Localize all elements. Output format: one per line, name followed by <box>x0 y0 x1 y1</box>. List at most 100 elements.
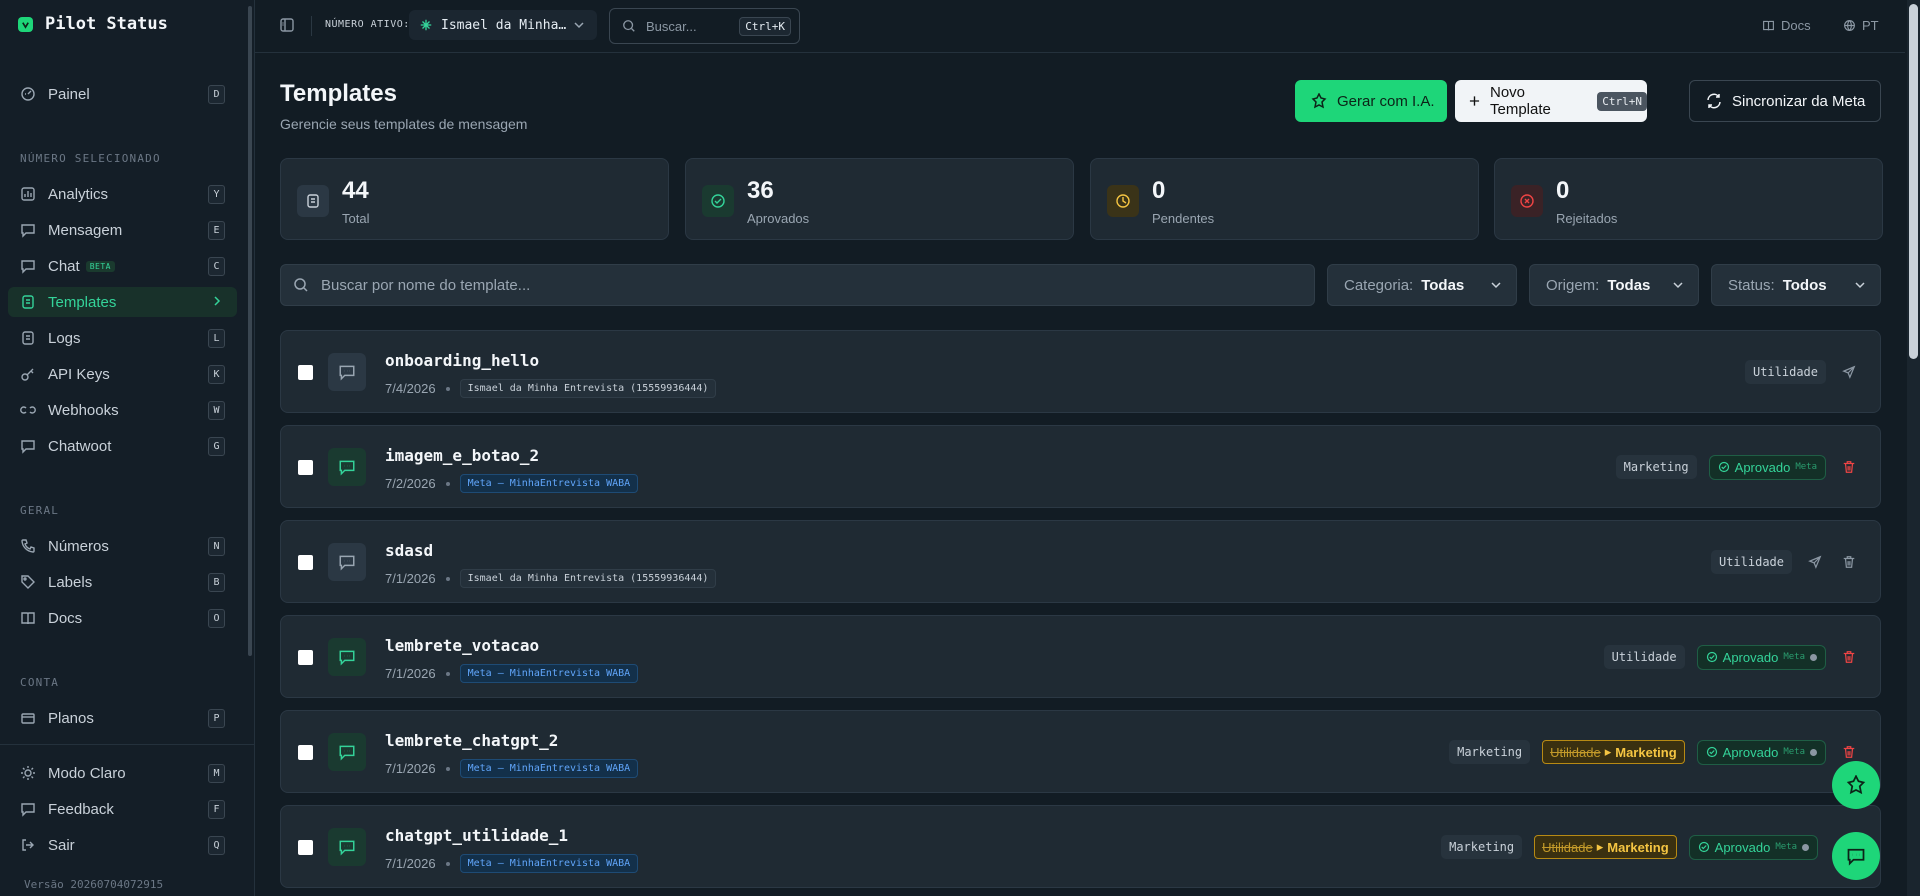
stat-value: 36 <box>747 177 774 204</box>
template-icon <box>22 295 34 309</box>
divider <box>311 16 312 36</box>
template-message-icon <box>328 353 366 391</box>
sidebar-item-planos[interactable]: Planos P <box>8 703 237 733</box>
template-source: Meta — MinhaEntrevista WABA <box>459 474 639 493</box>
sidebar-item-painel[interactable]: Painel D <box>8 79 237 109</box>
docs-label: Docs <box>1781 18 1811 33</box>
sidebar-item-templates[interactable]: Templates <box>8 287 237 317</box>
shortcut-key: Y <box>208 185 225 204</box>
sidebar-item-modo-claro[interactable]: Modo Claro M <box>8 758 237 788</box>
template-name[interactable]: sdasd <box>385 541 433 560</box>
plus-icon <box>1469 96 1480 106</box>
separator-dot <box>445 576 450 581</box>
template-row[interactable]: onboarding_hello 7/4/2026 Ismael da Minh… <box>280 330 1881 413</box>
template-row[interactable]: imagem_e_botao_2 7/2/2026 Meta — MinhaEn… <box>280 425 1881 508</box>
search-icon <box>623 20 635 32</box>
generate-ai-button[interactable]: Gerar com I.A. <box>1295 80 1447 122</box>
send-icon[interactable] <box>1804 551 1826 573</box>
filter-label: Categoria: <box>1344 276 1414 294</box>
sidebar-item-logs[interactable]: Logs L <box>8 323 237 353</box>
chatwoot-icon <box>21 440 35 454</box>
status-tag: Meta <box>1783 747 1805 757</box>
stat-label: Aprovados <box>747 211 810 226</box>
trash-icon[interactable] <box>1838 551 1860 573</box>
docs-link[interactable]: Docs <box>1762 18 1811 33</box>
row-checkbox[interactable] <box>298 365 313 380</box>
template-date: 7/1/2026 <box>385 666 436 681</box>
sidebar-item-numeros[interactable]: Números N <box>8 531 237 561</box>
ai-assistant-fab[interactable] <box>1832 761 1880 809</box>
template-row[interactable]: chatgpt_utilidade_1 7/1/2026 Meta — Minh… <box>280 805 1881 888</box>
sidebar-item-analytics[interactable]: Analytics Y <box>8 179 237 209</box>
logs-icon <box>22 331 34 345</box>
shortcut-key: W <box>208 401 225 420</box>
sync-status-dot <box>1802 843 1809 851</box>
sidebar-item-docs[interactable]: Docs O <box>8 603 237 633</box>
template-source: Ismael da Minha Entrevista (15559936444) <box>459 569 717 588</box>
template-name[interactable]: chatgpt_utilidade_1 <box>385 826 568 845</box>
row-checkbox[interactable] <box>298 460 313 475</box>
feedback-icon <box>21 803 35 817</box>
category-filter[interactable]: Categoria: Todas <box>1327 264 1517 306</box>
trash-icon[interactable] <box>1838 741 1860 763</box>
number-icon <box>420 19 432 31</box>
sidebar-item-chatwoot[interactable]: Chatwoot G <box>8 431 237 461</box>
sidebar-toggle-icon[interactable] <box>279 17 295 33</box>
sync-meta-button[interactable]: Sincronizar da Meta <box>1689 80 1881 122</box>
sidebar-scrollbar[interactable] <box>248 6 252 656</box>
sidebar-item-chat[interactable]: Chat BETA C <box>8 251 237 281</box>
category-badge: Utilidade <box>1710 550 1792 574</box>
row-checkbox[interactable] <box>298 650 313 665</box>
chat-support-fab[interactable] <box>1832 832 1880 880</box>
origin-filter[interactable]: Origem: Todas <box>1529 264 1699 306</box>
status-filter[interactable]: Status: Todos <box>1711 264 1881 306</box>
trash-icon[interactable] <box>1838 646 1860 668</box>
logo-icon <box>18 16 33 32</box>
row-checkbox[interactable] <box>298 555 313 570</box>
status-label: Aprovado <box>1722 649 1779 665</box>
global-search[interactable]: Buscar... Ctrl+K <box>609 8 800 44</box>
separator-dot <box>445 766 450 771</box>
template-search-input[interactable]: Buscar por nome do template... <box>280 264 1315 306</box>
sidebar-item-mensagem[interactable]: Mensagem E <box>8 215 237 245</box>
stat-card-approved: 36 Aprovados <box>685 158 1074 240</box>
new-template-button[interactable]: Novo Template Ctrl+N <box>1455 80 1647 122</box>
shortcut-key: L <box>208 329 225 348</box>
template-name[interactable]: onboarding_hello <box>385 351 539 370</box>
main-scrollbar-thumb[interactable] <box>1909 4 1918 359</box>
separator-dot <box>445 386 450 391</box>
sidebar-item-label: API Keys <box>48 365 110 383</box>
search-shortcut: Ctrl+K <box>739 17 791 36</box>
template-name[interactable]: lembrete_chatgpt_2 <box>385 731 558 750</box>
status-tag: Meta <box>1775 842 1797 852</box>
category-badge: Utilidade <box>1603 645 1685 669</box>
template-source: Meta — MinhaEntrevista WABA <box>459 664 639 683</box>
language-selector[interactable]: PT <box>1843 18 1879 33</box>
template-name[interactable]: lembrete_votacao <box>385 636 539 655</box>
sidebar-item-webhooks[interactable]: Webhooks W <box>8 395 237 425</box>
template-message-icon <box>328 828 366 866</box>
template-name[interactable]: imagem_e_botao_2 <box>385 446 539 465</box>
row-checkbox[interactable] <box>298 745 313 760</box>
send-icon[interactable] <box>1838 361 1860 383</box>
check-circle-icon <box>702 185 734 217</box>
check-circle-icon <box>1706 651 1717 663</box>
page-title: Templates <box>280 80 397 107</box>
trash-icon[interactable] <box>1838 456 1860 478</box>
status-badge: Aprovado Meta <box>1696 739 1826 765</box>
template-message-icon <box>328 543 366 581</box>
sidebar-item-feedback[interactable]: Feedback F <box>8 794 237 824</box>
template-source: Meta — MinhaEntrevista WABA <box>459 854 639 873</box>
sidebar-item-sair[interactable]: Sair Q <box>8 830 237 860</box>
row-checkbox[interactable] <box>298 840 313 855</box>
old-category: Utilidade <box>1550 744 1601 760</box>
template-message-icon <box>328 638 366 676</box>
brand[interactable]: Pilot Status <box>18 14 168 34</box>
template-row[interactable]: lembrete_votacao 7/1/2026 Meta — MinhaEn… <box>280 615 1881 698</box>
template-row[interactable]: sdasd 7/1/2026 Ismael da Minha Entrevist… <box>280 520 1881 603</box>
active-number-select[interactable]: Ismael da Minha… <box>409 10 597 40</box>
template-row[interactable]: lembrete_chatgpt_2 7/1/2026 Meta — Minha… <box>280 710 1881 793</box>
sidebar-item-api-keys[interactable]: API Keys K <box>8 359 237 389</box>
sidebar-item-labels[interactable]: Labels B <box>8 567 237 597</box>
active-number-label: NÚMERO ATIVO: <box>325 19 410 30</box>
